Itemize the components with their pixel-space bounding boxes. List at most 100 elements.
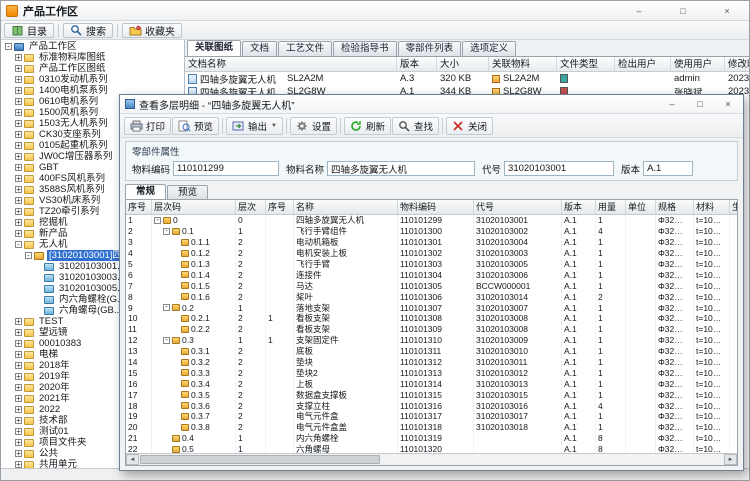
expand-icon[interactable]: + <box>15 230 22 237</box>
doc-column-header[interactable]: 修改时间 <box>725 57 749 71</box>
expand-icon[interactable]: + <box>15 384 22 391</box>
doc-column-header[interactable]: 使用用户 <box>671 57 725 71</box>
bom-column-header[interactable]: 代号 <box>474 200 562 214</box>
expand-icon[interactable]: + <box>15 318 22 325</box>
minimize-button[interactable]: – <box>632 6 646 16</box>
bom-row[interactable]: 40.1.22电机安装上板11010130231020103003A.11Φ32… <box>126 248 737 259</box>
collapse-icon[interactable]: - <box>5 43 12 50</box>
bom-row[interactable]: 30.1.12电动机箱板11010130131020103004A.11Φ32…… <box>126 237 737 248</box>
expand-icon[interactable]: + <box>15 131 22 138</box>
bom-row[interactable]: 2-0.11飞行手臂组件11010130031020103002A.14Φ32…… <box>126 226 737 237</box>
expand-icon[interactable]: + <box>15 175 22 182</box>
close-button[interactable]: 关闭 <box>446 117 493 135</box>
dialog-maximize-button[interactable]: □ <box>694 99 706 109</box>
bom-column-header[interactable]: 层次 <box>236 200 266 214</box>
bom-row[interactable]: 220.51六角螺母110101320A.18Φ32…t=10… <box>126 444 737 453</box>
expand-icon[interactable]: + <box>15 186 22 193</box>
bom-row[interactable]: 100.2.121看板支架11010130831020103008A.11Φ32… <box>126 313 737 324</box>
main-tab[interactable]: 检验指导书 <box>333 41 397 56</box>
expand-icon[interactable]: + <box>15 395 22 402</box>
bom-column-header[interactable]: 规格 <box>656 200 694 214</box>
expand-icon[interactable]: + <box>15 373 22 380</box>
scrollbar-thumb[interactable] <box>140 455 380 464</box>
collapse-icon[interactable]: - <box>163 304 170 311</box>
tree-item[interactable]: +产品工作区图纸 <box>3 63 184 74</box>
bom-row[interactable]: 200.3.82电气元件盒盖11010131831020103018A.11Φ3… <box>126 422 737 433</box>
expand-icon[interactable]: + <box>15 197 22 204</box>
bom-row[interactable]: 1-00四轴多旋翼无人机11010129931020103001A.11Φ32…… <box>126 215 737 226</box>
find-button[interactable]: 查找 <box>392 117 439 135</box>
tree-item[interactable]: +0310发动机系列 <box>3 74 184 85</box>
bom-row[interactable]: 80.1.62桨叶11010130631020103014A.12Φ32…t=1… <box>126 291 737 302</box>
scroll-right-icon[interactable]: ► <box>724 454 737 465</box>
bom-column-header[interactable]: 序号 <box>266 200 294 214</box>
expand-icon[interactable]: + <box>15 120 22 127</box>
doc-column-header[interactable]: 版本 <box>397 57 437 71</box>
dialog-tab[interactable]: 常规 <box>125 184 166 199</box>
expand-icon[interactable]: + <box>15 461 22 468</box>
bom-row[interactable]: 160.3.42上板11010131431020103013A.11Φ32…t=… <box>126 378 737 389</box>
refresh-button[interactable]: 刷新 <box>344 117 391 135</box>
expand-icon[interactable]: + <box>15 329 22 336</box>
expand-icon[interactable]: + <box>15 208 22 215</box>
print-button[interactable]: 打印 <box>124 117 171 135</box>
bom-row[interactable]: 140.3.22垫块11010131231020103011A.11Φ32…t=… <box>126 357 737 368</box>
doc-column-header[interactable]: 大小 <box>437 57 489 71</box>
material-name-field[interactable]: 四轴多旋翼无人机 <box>327 161 475 176</box>
doc-column-header[interactable]: 关联物料 <box>489 57 557 71</box>
bom-column-header[interactable]: 序号 <box>126 200 152 214</box>
main-tab[interactable]: 选项定义 <box>462 41 516 56</box>
horizontal-scrollbar[interactable]: ◄ ► <box>126 453 737 465</box>
bom-column-header[interactable]: 名称 <box>294 200 398 214</box>
expand-icon[interactable]: + <box>15 76 22 83</box>
bom-column-header[interactable]: 用量 <box>596 200 626 214</box>
doc-column-header[interactable]: 文件类型 <box>557 57 615 71</box>
bom-row[interactable]: 70.1.52马达110101305BCCW000001A.11Φ32…t=10… <box>126 280 737 291</box>
expand-icon[interactable]: + <box>15 54 22 61</box>
collapse-icon[interactable]: - <box>163 228 170 235</box>
dialog-tab[interactable]: 预览 <box>167 185 208 199</box>
expand-icon[interactable]: + <box>15 65 22 72</box>
expand-icon[interactable]: + <box>15 351 22 358</box>
tree-item[interactable]: -产品工作区 <box>3 41 184 52</box>
part-number-field[interactable]: 31020103001 <box>504 161 614 176</box>
bom-column-header[interactable]: 版本 <box>562 200 596 214</box>
bom-row[interactable]: 130.3.12底板11010131131020103010A.11Φ32…t=… <box>126 346 737 357</box>
expand-icon[interactable]: + <box>15 340 22 347</box>
bom-column-header[interactable]: 生产厂家 <box>730 200 737 214</box>
doc-row[interactable]: 四轴多旋翼无人机SL2A2MA.3320 KBSL2A2Madmin2023-0… <box>185 72 749 85</box>
expand-icon[interactable]: + <box>15 142 22 149</box>
collapse-icon[interactable]: - <box>15 241 22 248</box>
doc-column-header[interactable]: 文档名称 <box>185 57 397 71</box>
bom-row[interactable]: 150.3.32垫块211010131331020103012A.11Φ32…t… <box>126 367 737 378</box>
directory-button[interactable]: 目录 <box>4 23 54 38</box>
bom-row[interactable]: 12-0.311支架固定件11010131031020103009A.11Φ32… <box>126 335 737 346</box>
expand-icon[interactable]: + <box>15 98 22 105</box>
tree-item[interactable]: +标准物料库图纸 <box>3 52 184 63</box>
expand-icon[interactable]: + <box>15 406 22 413</box>
version-field[interactable]: A.1 <box>643 161 693 176</box>
bom-row[interactable]: 190.3.72电气元件盒11010131731020103017A.11Φ32… <box>126 411 737 422</box>
collapse-icon[interactable]: - <box>154 217 161 224</box>
bom-row[interactable]: 60.1.42连接件11010130431020103006A.11Φ32…t=… <box>126 269 737 280</box>
bom-row[interactable]: 9-0.21落地支架11010130731020103007A.11Φ32…t=… <box>126 302 737 313</box>
bom-row[interactable]: 50.1.32飞行手臂11010130331020103005A.11Φ32…t… <box>126 259 737 270</box>
bom-column-header[interactable]: 单位 <box>626 200 656 214</box>
expand-icon[interactable]: + <box>15 153 22 160</box>
bom-row[interactable]: 110.2.22看板支架11010130931020103008A.11Φ32…… <box>126 324 737 335</box>
bom-column-header[interactable]: 物料编码 <box>398 200 474 214</box>
bom-row[interactable]: 180.3.62支撑立柱11010131631020103016A.14Φ32…… <box>126 400 737 411</box>
collapse-icon[interactable]: - <box>163 337 170 344</box>
preview-button[interactable]: 预览 <box>172 117 219 135</box>
expand-icon[interactable]: + <box>15 428 22 435</box>
bom-row[interactable]: 170.3.52数据盒支撑板11010131531020103015A.11Φ3… <box>126 389 737 400</box>
expand-icon[interactable]: + <box>15 87 22 94</box>
main-tab[interactable]: 文档 <box>242 41 277 56</box>
main-tab[interactable]: 关联图纸 <box>187 40 241 56</box>
expand-icon[interactable]: + <box>15 219 22 226</box>
expand-icon[interactable]: + <box>15 439 22 446</box>
expand-icon[interactable]: + <box>15 450 22 457</box>
expand-icon[interactable]: + <box>15 109 22 116</box>
collapse-icon[interactable]: - <box>25 252 32 259</box>
expand-icon[interactable]: + <box>15 362 22 369</box>
